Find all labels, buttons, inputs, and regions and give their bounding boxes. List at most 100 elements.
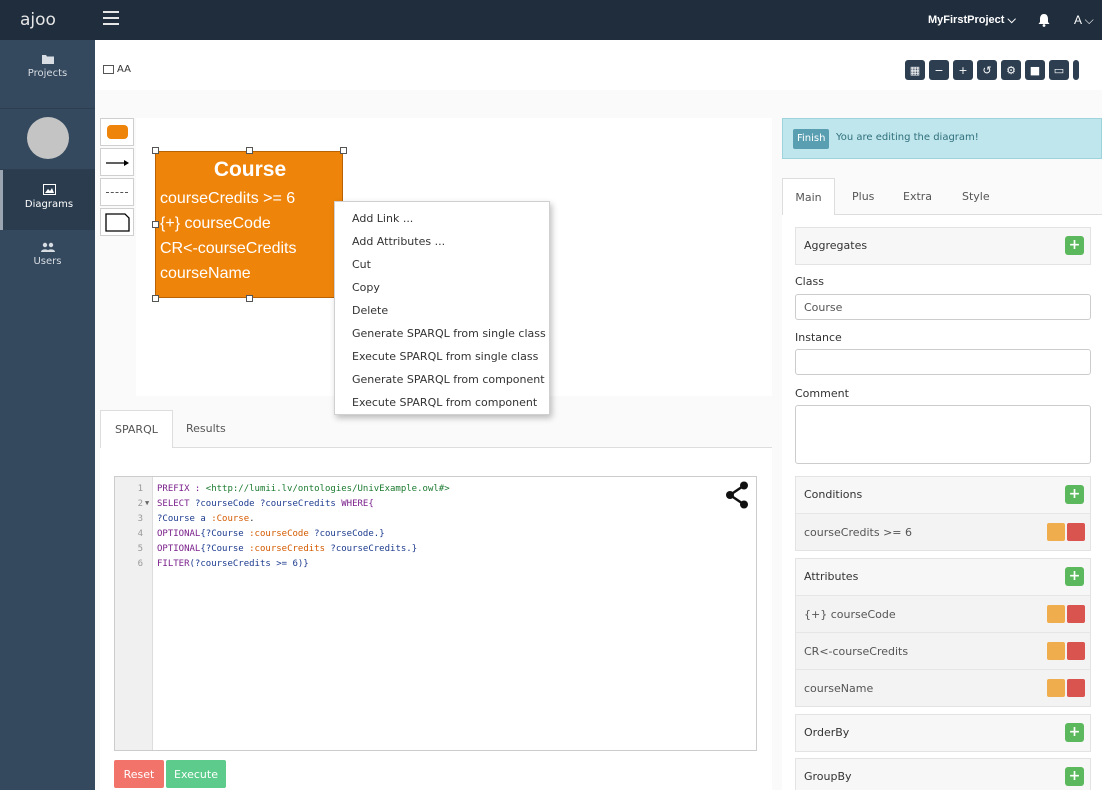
line-number: 2 ▼	[137, 499, 150, 509]
user-menu[interactable]: A ⌵	[1074, 0, 1094, 40]
plus-icon[interactable]: +	[953, 60, 973, 80]
diagram-name[interactable]: AA	[117, 64, 131, 75]
resize-handle[interactable]	[340, 147, 347, 154]
add-attribute-button[interactable]: +	[1065, 567, 1084, 586]
line-number: 5	[137, 544, 143, 554]
node-title: Course	[213, 158, 287, 181]
pencil-icon[interactable]	[1047, 605, 1065, 623]
condition-text: courseCredits >= 6	[804, 526, 913, 539]
attributes-header: Attributes +	[796, 559, 1090, 595]
tab-plus[interactable]: Plus	[852, 178, 874, 215]
menu-item-delete[interactable]: Delete	[335, 299, 549, 322]
reset-button[interactable]: Reset	[114, 760, 164, 788]
conditions-panel: Conditions + courseCredits >= 6	[795, 476, 1091, 551]
add-condition-button[interactable]: +	[1065, 485, 1084, 504]
trash-icon[interactable]	[1067, 679, 1085, 697]
sparql-editor[interactable]: 1 2 ▼ 3 4 5 6 PREFIX : <http://lumii.lv/o…	[114, 476, 757, 751]
line-number: 6	[137, 559, 143, 569]
panel-title: OrderBy	[804, 726, 850, 739]
execute-button[interactable]: Execute	[166, 760, 226, 788]
breadcrumb: AA	[103, 64, 131, 75]
add-orderby-button[interactable]: +	[1065, 723, 1084, 742]
palette-frame-tool[interactable]	[100, 208, 134, 236]
gear-icon[interactable]: ⚙	[1001, 60, 1021, 80]
resize-handle[interactable]	[246, 295, 253, 302]
sidebar: Projects Diagrams Users	[0, 40, 95, 790]
panel-title: Attributes	[804, 570, 859, 583]
tab-extra[interactable]: Extra	[903, 178, 932, 215]
trash-icon[interactable]	[1067, 642, 1085, 660]
palette-arrow-tool[interactable]	[100, 148, 134, 176]
conditions-header: Conditions +	[796, 477, 1090, 513]
more-icon[interactable]	[1073, 60, 1079, 80]
code-line: OPTIONAL{?Course :courseCredits ?courseC…	[157, 544, 418, 554]
trash-icon[interactable]: ▭	[1049, 60, 1069, 80]
node-attribute: courseName	[160, 265, 251, 282]
class-input[interactable]	[795, 294, 1091, 320]
attribute-row: CR<-courseCredits	[796, 632, 1090, 669]
shape-palette	[100, 118, 134, 238]
pencil-icon[interactable]	[1047, 679, 1065, 697]
aggregates-header: Aggregates +	[796, 228, 1090, 264]
history-icon[interactable]: ↺	[977, 60, 997, 80]
attribute-row: {+} courseCode	[796, 595, 1090, 632]
menu-item-add-link[interactable]: Add Link ...	[335, 207, 549, 230]
tab-results[interactable]: Results	[172, 410, 240, 448]
sidebar-item-label: Users	[33, 256, 62, 267]
finish-button[interactable]: Finish	[793, 129, 830, 149]
code-line: ?Course a :Course.	[157, 514, 255, 524]
sidebar-item-users[interactable]: Users	[0, 236, 95, 286]
trash-icon[interactable]	[1067, 523, 1085, 541]
fold-arrow-icon[interactable]: ▼	[145, 499, 149, 507]
code-line: SELECT ?courseCode ?courseCredits WHERE{	[157, 499, 374, 509]
comment-label: Comment	[795, 387, 849, 400]
sidebar-item-diagrams[interactable]: Diagrams	[0, 170, 95, 230]
menu-item-execute-sparql-class[interactable]: Execute SPARQL from single class	[335, 345, 549, 368]
instance-label: Instance	[795, 331, 842, 344]
project-selector[interactable]: MyFirstProject ⌵	[928, 0, 1016, 40]
palette-box-tool[interactable]	[100, 118, 134, 146]
pencil-icon[interactable]	[1047, 523, 1065, 541]
code-line: OPTIONAL{?Course :courseCode ?courseCode…	[157, 529, 385, 539]
add-groupby-button[interactable]: +	[1065, 767, 1084, 786]
menu-item-cut[interactable]: Cut	[335, 253, 549, 276]
lock-icon[interactable]: ■	[1025, 60, 1045, 80]
sidebar-item-label: Diagrams	[24, 199, 74, 210]
sidebar-avatar-section	[0, 108, 95, 170]
hamburger-menu-icon[interactable]	[103, 11, 119, 25]
tab-style[interactable]: Style	[962, 178, 990, 215]
bell-icon[interactable]	[1037, 13, 1051, 27]
sidebar-item-projects[interactable]: Projects	[0, 54, 95, 104]
instance-input[interactable]	[795, 349, 1091, 375]
groupby-header: GroupBy +	[796, 759, 1090, 790]
pencil-icon[interactable]	[1047, 642, 1065, 660]
add-aggregate-button[interactable]: +	[1065, 236, 1084, 255]
menu-item-add-attributes[interactable]: Add Attributes ...	[335, 230, 549, 253]
diagram-toolbar: ▦ − + ↺ ⚙ ■ ▭	[905, 60, 1079, 80]
folder-icon	[41, 55, 54, 64]
resize-handle[interactable]	[246, 147, 253, 154]
node-attribute: CR<-courseCredits	[160, 240, 297, 257]
tab-sparql[interactable]: SPARQL	[100, 410, 173, 449]
tab-main[interactable]: Main	[782, 178, 835, 216]
menu-item-generate-sparql-component[interactable]: Generate SPARQL from component	[335, 368, 549, 391]
comment-textarea[interactable]	[795, 405, 1091, 464]
resize-handle[interactable]	[152, 295, 159, 302]
trash-icon[interactable]	[1067, 605, 1085, 623]
sidebar-item-label: Projects	[27, 68, 68, 79]
share-icon[interactable]	[725, 481, 749, 509]
minus-icon[interactable]: −	[929, 60, 949, 80]
node-attribute: {+} courseCode	[160, 215, 271, 232]
resize-handle[interactable]	[152, 147, 159, 154]
panel-title: GroupBy	[804, 770, 852, 783]
edit-message: You are editing the diagram!	[836, 132, 979, 143]
menu-item-generate-sparql-class[interactable]: Generate SPARQL from single class	[335, 322, 549, 345]
grid-icon[interactable]: ▦	[905, 60, 925, 80]
palette-dashed-tool[interactable]	[100, 178, 134, 206]
menu-item-copy[interactable]: Copy	[335, 276, 549, 299]
attribute-text: courseName	[804, 682, 874, 695]
avatar[interactable]	[27, 117, 69, 159]
class-node[interactable]: Course courseCredits >= 6 {+} courseCode…	[155, 151, 343, 298]
app-brand[interactable]: ajoo	[0, 0, 95, 40]
resize-handle[interactable]	[152, 221, 159, 228]
